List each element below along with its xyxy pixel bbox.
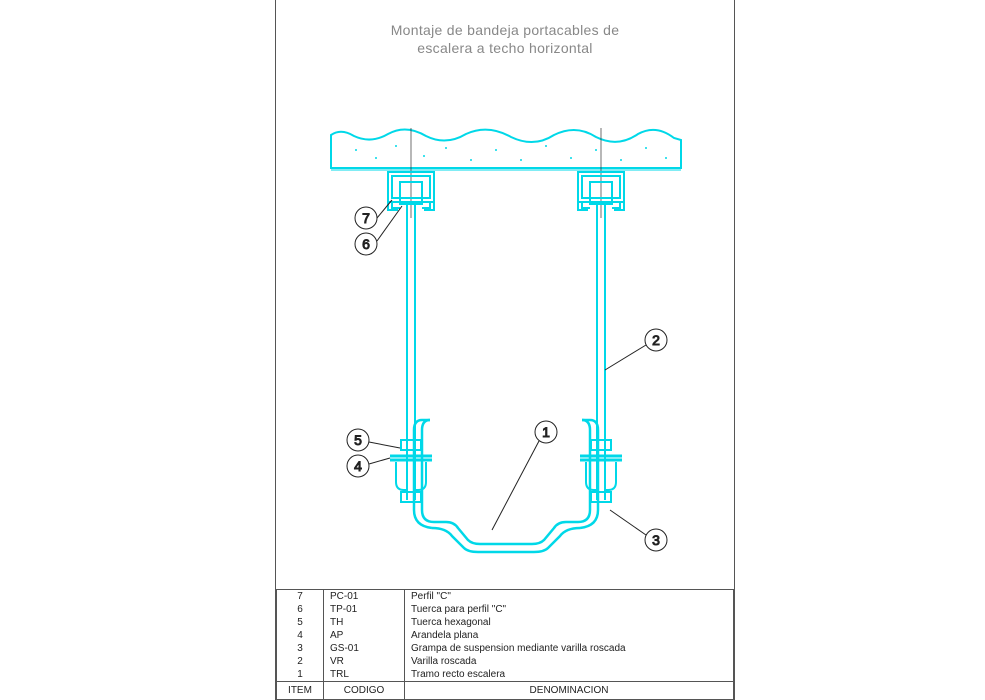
- cell-code: VR: [324, 655, 405, 668]
- balloon-4-label: 4: [354, 458, 362, 474]
- balloon-5-label: 5: [354, 432, 362, 448]
- cell-desc: Tuerca para perfil "C": [405, 603, 734, 616]
- table-row: 6 TP-01 Tuerca para perfil "C": [277, 603, 734, 616]
- cell-item: 6: [277, 603, 324, 616]
- fastener-right-icon: [580, 440, 622, 502]
- cell-item: 7: [277, 590, 324, 604]
- balloons: 7 6 2 5 4 1: [347, 200, 667, 551]
- technical-drawing: 7 6 2 5 4 1: [296, 110, 716, 580]
- table-row: 3 GS-01 Grampa de suspension mediante va…: [277, 642, 734, 655]
- cable-tray-icon: [414, 420, 598, 552]
- balloon-7-label: 7: [362, 210, 370, 226]
- cell-item: 3: [277, 642, 324, 655]
- cell-code: TP-01: [324, 603, 405, 616]
- cell-code: TRL: [324, 668, 405, 682]
- drawing-svg: 7 6 2 5 4 1: [296, 110, 716, 580]
- drawing-title: Montaje de bandeja portacables de escale…: [276, 22, 734, 57]
- cell-desc: Tuerca hexagonal: [405, 616, 734, 629]
- ceiling-slab-icon: [331, 129, 681, 170]
- cell-item: 1: [277, 668, 324, 682]
- cell-desc: Arandela plana: [405, 629, 734, 642]
- cell-code: PC-01: [324, 590, 405, 604]
- balloon-3-label: 3: [652, 532, 660, 548]
- table-row: 2 VR Varilla roscada: [277, 655, 734, 668]
- header-code: CODIGO: [324, 682, 405, 700]
- cell-item: 5: [277, 616, 324, 629]
- table-row: 4 AP Arandela plana: [277, 629, 734, 642]
- title-line-1: Montaje de bandeja portacables de: [276, 22, 734, 40]
- table-header-row: ITEM CODIGO DENOMINACION: [277, 682, 734, 700]
- balloon-6-label: 6: [362, 236, 370, 252]
- table-row: 7 PC-01 Perfil "C": [277, 590, 734, 604]
- cell-desc: Tramo recto escalera: [405, 668, 734, 682]
- cell-code: TH: [324, 616, 405, 629]
- drawing-sheet: Montaje de bandeja portacables de escale…: [275, 0, 735, 700]
- title-line-2: escalera a techo horizontal: [276, 40, 734, 58]
- balloon-2-label: 2: [652, 332, 660, 348]
- fastener-left-icon: [390, 440, 432, 502]
- table-row: 5 TH Tuerca hexagonal: [277, 616, 734, 629]
- header-desc: DENOMINACION: [405, 682, 734, 700]
- table-row: 1 TRL Tramo recto escalera: [277, 668, 734, 682]
- header-item: ITEM: [277, 682, 324, 700]
- cell-desc: Varilla roscada: [405, 655, 734, 668]
- parts-table: 7 PC-01 Perfil "C" 6 TP-01 Tuerca para p…: [276, 589, 734, 700]
- balloon-1-label: 1: [542, 424, 550, 440]
- cell-desc: Perfil "C": [405, 590, 734, 604]
- cell-code: GS-01: [324, 642, 405, 655]
- cell-item: 2: [277, 655, 324, 668]
- cell-code: AP: [324, 629, 405, 642]
- cell-desc: Grampa de suspension mediante varilla ro…: [405, 642, 734, 655]
- cell-item: 4: [277, 629, 324, 642]
